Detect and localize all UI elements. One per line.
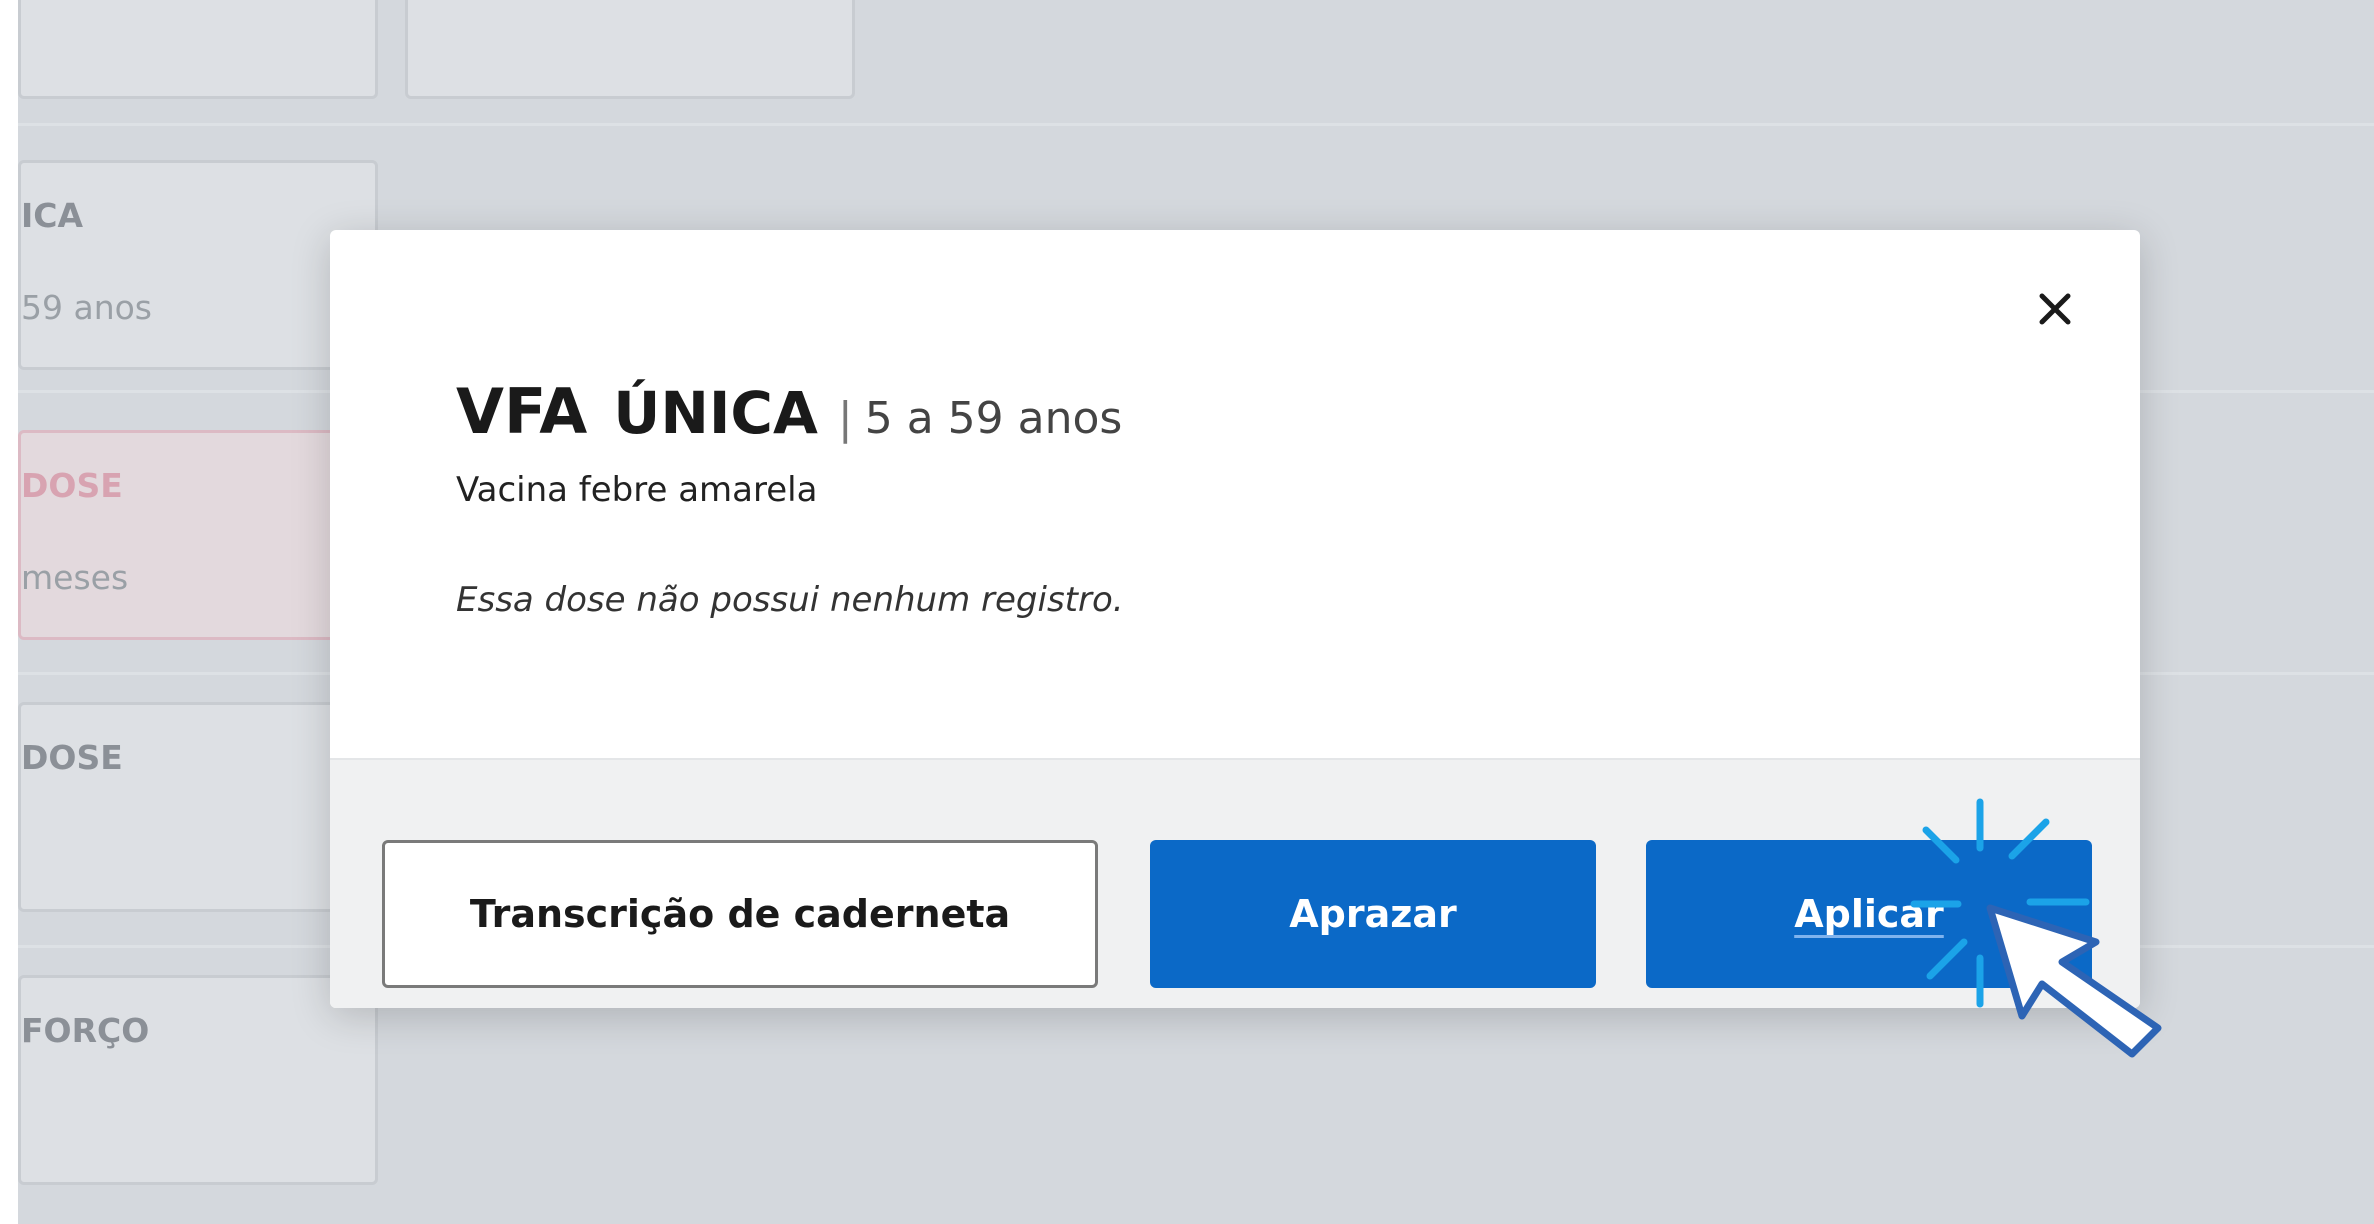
bg-dose-card [18,0,378,99]
bg-card-title: DOSE [21,466,123,505]
bg-card-subtitle: meses [21,558,129,597]
modal-footer: Transcrição de caderneta Aprazar Aplicar [330,758,2140,1008]
bg-card-subtitle: 59 anos [21,288,153,327]
transcription-button[interactable]: Transcrição de caderneta [382,840,1098,988]
modal-title: VFA ÚNICA | 5 a 59 anos [456,375,1122,448]
left-edge [0,0,18,1224]
bg-dose-card-pending[interactable]: DOSE meses [18,430,378,640]
title-separator: | [837,393,853,444]
row-divider [18,123,2374,126]
dose-type: ÚNICA [613,379,818,447]
bg-card-title: ICA [21,196,84,235]
vaccine-name: Vacina febre amarela [456,470,818,510]
close-icon [2039,293,2071,325]
no-record-message: Essa dose não possui nenhum registro. [456,580,1124,620]
schedule-button[interactable]: Aprazar [1150,840,1596,988]
dose-modal: VFA ÚNICA | 5 a 59 anos Vacina febre ama… [330,230,2140,1008]
bg-dose-card[interactable]: DOSE [18,702,378,912]
bg-dose-card-unica[interactable]: ICA 59 anos [18,160,378,370]
age-range: 5 a 59 anos [864,393,1123,444]
bg-dose-card [405,0,855,99]
bg-dose-card-reforco[interactable]: FORÇO [18,975,378,1185]
close-button[interactable] [2022,276,2088,342]
bg-card-title: DOSE [21,738,123,777]
vaccine-code: VFA [456,375,588,448]
click-pointer-icon [1910,798,2162,1058]
bg-card-title: FORÇO [21,1011,150,1050]
